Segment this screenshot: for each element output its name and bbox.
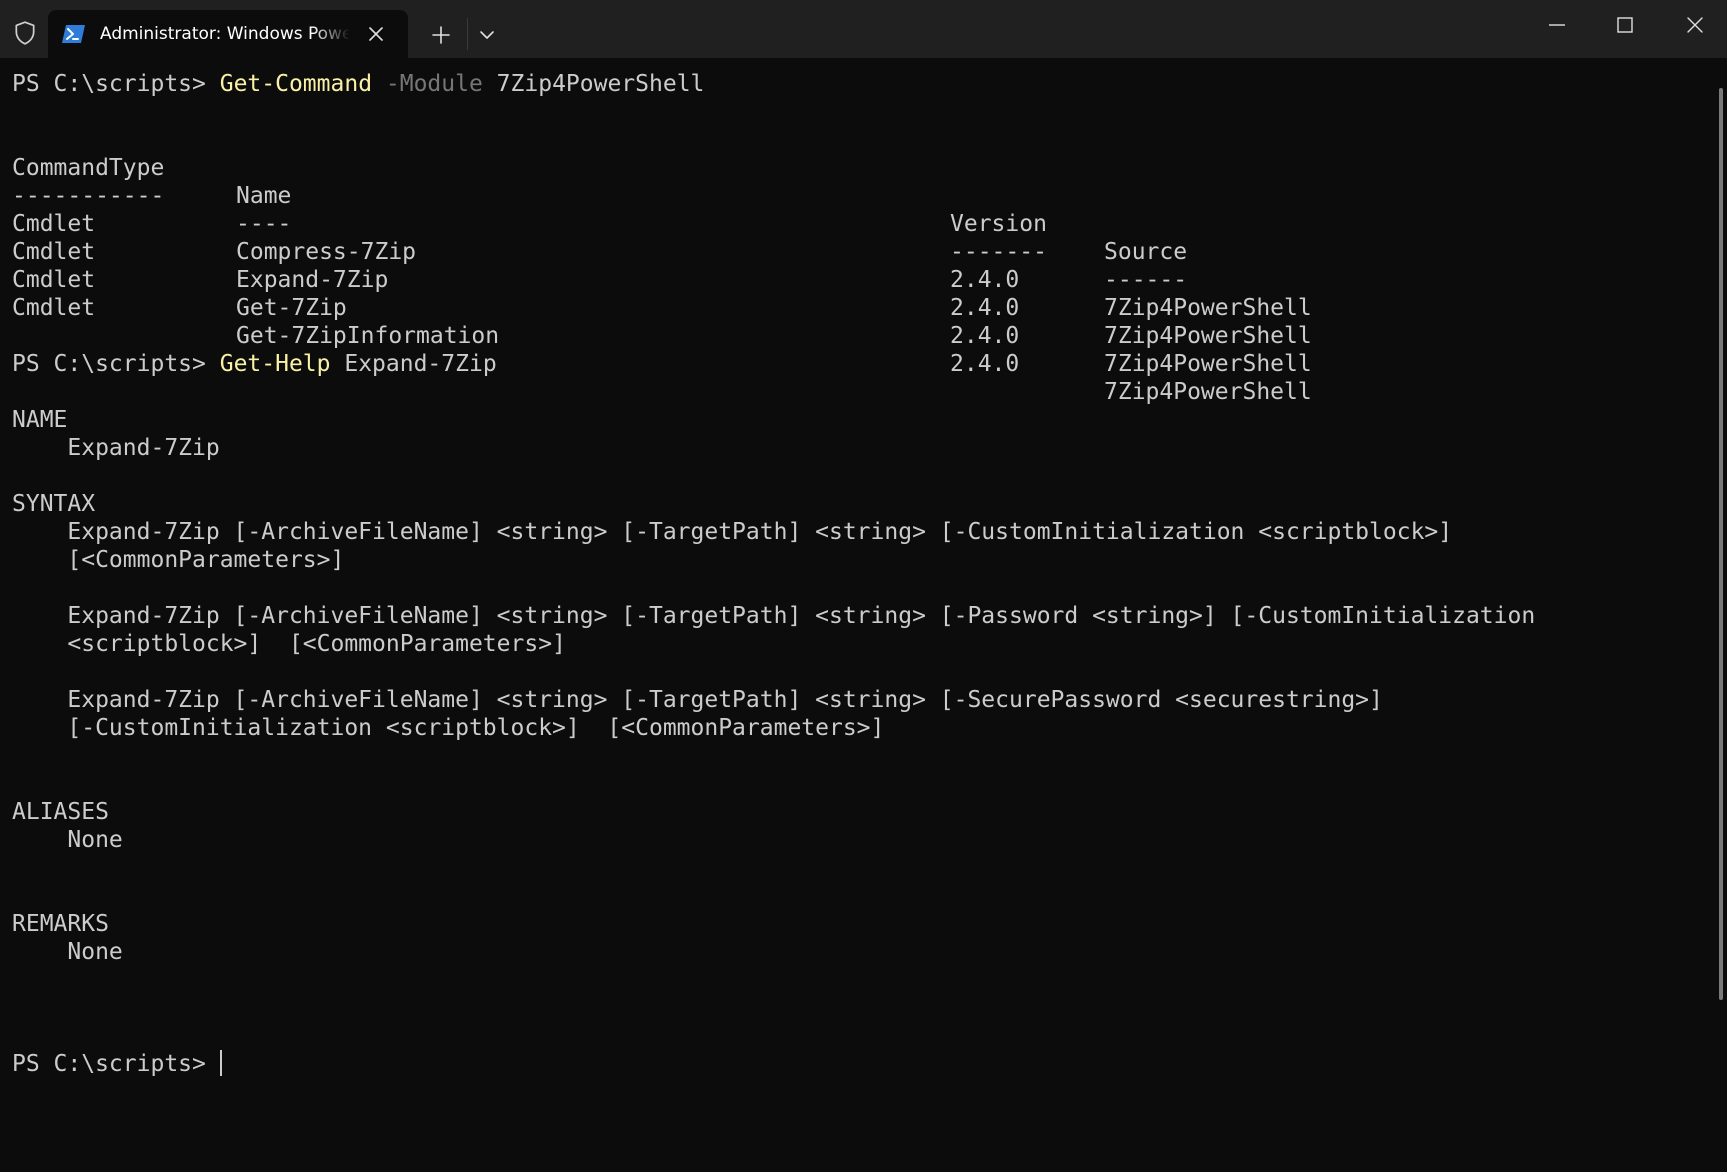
help-syntax-line: [-CustomInitialization <scriptblock>] [<… bbox=[12, 715, 885, 741]
prompt: PS C:\scripts> bbox=[12, 1051, 220, 1077]
help-syntax-line: Expand-7Zip [-ArchiveFileName] <string> … bbox=[12, 603, 1536, 629]
cell-source: 7Zip4PowerShell bbox=[1104, 295, 1312, 321]
help-name-value: Expand-7Zip bbox=[12, 435, 220, 461]
command-line-current[interactable]: PS C:\scripts> bbox=[12, 1050, 222, 1078]
table-row: Cmdlet Expand-7Zip 2.4.0 7Zip4PowerShell bbox=[12, 210, 1412, 349]
command-argument: 7Zip4PowerShell bbox=[482, 71, 705, 97]
title-bar: Administrator: Windows PowerShell bbox=[0, 0, 1727, 58]
command-parameter: -Module bbox=[372, 71, 483, 97]
help-aliases-heading: ALIASES bbox=[12, 799, 109, 825]
cell-commandtype: Cmdlet bbox=[12, 295, 96, 321]
minimize-icon[interactable] bbox=[1546, 14, 1568, 36]
help-syntax-line: Expand-7Zip [-ArchiveFileName] <string> … bbox=[12, 519, 1453, 545]
maximize-icon[interactable] bbox=[1614, 14, 1636, 36]
help-aliases-value: None bbox=[12, 827, 123, 853]
help-remarks-value: None bbox=[12, 939, 123, 965]
scrollbar[interactable] bbox=[1716, 58, 1727, 1172]
cell-version: 2.4.0 bbox=[950, 351, 1020, 377]
shield-icon bbox=[15, 21, 35, 45]
chevron-down-icon[interactable] bbox=[476, 24, 498, 46]
table-row: Cmdlet Get-7Zip 2.4.0 7Zip4PowerShell bbox=[12, 238, 1412, 377]
prompt: PS C:\scripts> bbox=[12, 351, 220, 377]
cell-version: 2.4.0 bbox=[950, 295, 1020, 321]
table-row: Cmdlet Get-7ZipInformation 2.4.0 7Zip4Po… bbox=[12, 266, 1412, 405]
scrollbar-thumb[interactable] bbox=[1719, 88, 1723, 1000]
command-name: Get-Help bbox=[219, 351, 331, 377]
close-icon[interactable] bbox=[1684, 14, 1706, 36]
cell-name: Get-7ZipInformation bbox=[236, 323, 500, 349]
cell-source: 7Zip4PowerShell bbox=[1104, 379, 1312, 405]
terminal-output[interactable]: PS C:\scripts> Get-Command -Module 7Zip4… bbox=[0, 58, 1716, 1172]
help-syntax-line: Expand-7Zip [-ArchiveFileName] <string> … bbox=[12, 687, 1383, 713]
help-syntax-heading: SYNTAX bbox=[12, 491, 96, 517]
cell-version: 2.4.0 bbox=[950, 323, 1020, 349]
help-remarks-heading: REMARKS bbox=[12, 911, 109, 937]
table-header: CommandType Name Version Source bbox=[12, 126, 1412, 265]
help-syntax-line: <scriptblock>] [<CommonParameters>] bbox=[12, 631, 566, 657]
tab-separator bbox=[467, 18, 468, 50]
prompt: PS C:\scripts> bbox=[12, 71, 220, 97]
help-name-heading: NAME bbox=[12, 407, 68, 433]
plus-icon[interactable] bbox=[428, 22, 454, 48]
command-argument: Expand-7Zip bbox=[330, 351, 497, 377]
command-line-1: PS C:\scripts> Get-Command -Module 7Zip4… bbox=[12, 70, 704, 98]
cell-name: Get-7Zip bbox=[236, 295, 347, 321]
text-cursor bbox=[219, 1050, 222, 1076]
close-icon[interactable] bbox=[366, 24, 386, 44]
powershell-icon bbox=[62, 25, 85, 43]
table-underline: ----------- ---- ------- ------ bbox=[12, 154, 1412, 293]
cell-source: 7Zip4PowerShell bbox=[1104, 351, 1312, 377]
cell-source: 7Zip4PowerShell bbox=[1104, 323, 1312, 349]
help-syntax-line: [<CommonParameters>] bbox=[12, 547, 345, 573]
tab-title: Administrator: Windows PowerShell bbox=[100, 24, 350, 44]
tab-powershell[interactable]: Administrator: Windows PowerShell bbox=[48, 10, 408, 58]
command-line-2: PS C:\scripts> Get-Help Expand-7Zip bbox=[12, 350, 497, 378]
table-row: Cmdlet Compress-7Zip 2.4.0 7Zip4PowerShe… bbox=[12, 182, 1412, 321]
command-name: Get-Command bbox=[219, 71, 373, 97]
